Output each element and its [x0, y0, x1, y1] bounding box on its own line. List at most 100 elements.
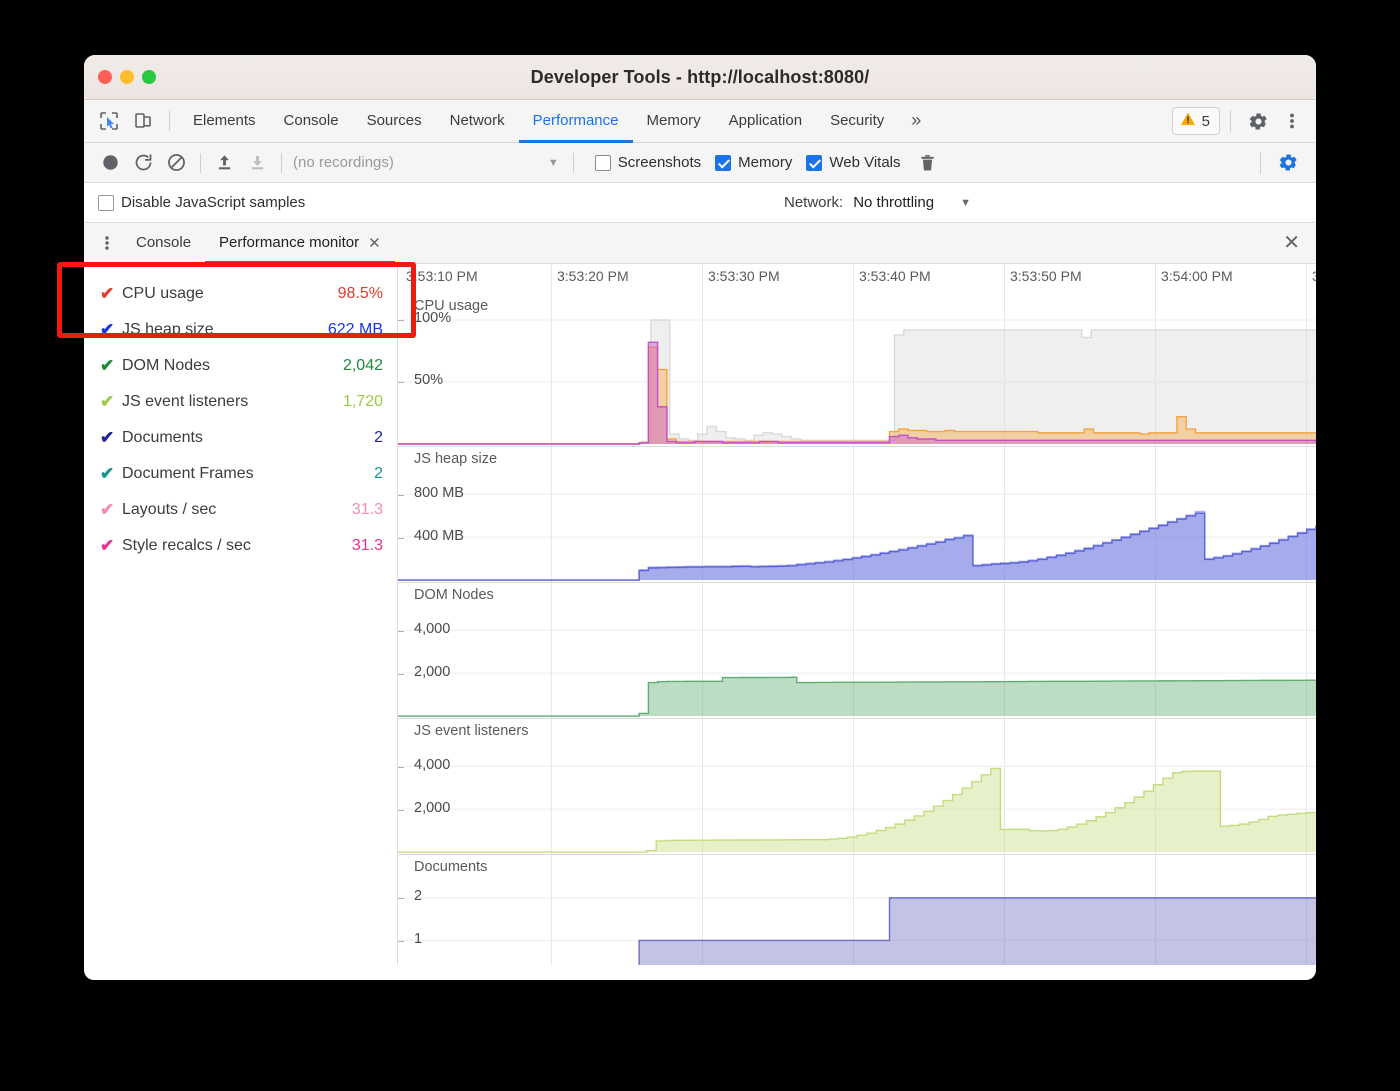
chart-plot-area [398, 493, 1316, 581]
checkbox-box [715, 154, 732, 171]
metric-value: 31.3 [351, 501, 383, 518]
chart-panel-title: JS event listeners [414, 723, 529, 739]
check-icon[interactable]: ✔ [100, 392, 122, 412]
tab-security-label: Security [830, 112, 885, 129]
chart-panel-title: DOM Nodes [414, 587, 494, 603]
chart-panel-title: Documents [414, 859, 488, 875]
drawer-tab-performance-monitor[interactable]: Performance monitor ✕ [205, 224, 395, 264]
screenshots-checkbox[interactable]: Screenshots [594, 154, 701, 171]
gear-icon-blue[interactable] [1271, 152, 1306, 173]
chart-y-tick-label: 100% [414, 310, 452, 326]
network-throttling-value[interactable]: No throttling [853, 194, 934, 211]
maximize-window-button[interactable] [142, 70, 156, 84]
metric-value: 31.3 [351, 537, 383, 554]
tab-sources[interactable]: Sources [353, 101, 436, 143]
metric-label: JS event listeners [122, 393, 249, 410]
check-icon[interactable]: ✔ [100, 320, 122, 340]
download-arrow-icon[interactable] [241, 148, 274, 178]
tab-memory[interactable]: Memory [633, 101, 715, 143]
chart-y-tick-label: 2,000 [414, 799, 451, 816]
metric-row-dom-nodes[interactable]: ✔ DOM Nodes 2,042 [84, 348, 397, 384]
warning-triangle-icon [1180, 111, 1196, 131]
check-icon[interactable]: ✔ [100, 500, 122, 520]
more-vertical-icon[interactable] [92, 223, 122, 263]
trash-icon[interactable] [911, 148, 944, 178]
memory-checkbox[interactable]: Memory [715, 154, 792, 171]
chart-series-area [398, 677, 1316, 717]
chart-y-tick-mark [398, 537, 404, 539]
time-tick-label: 3:53:10 PM [406, 268, 478, 284]
network-label: Network: [784, 194, 844, 211]
close-drawer-icon[interactable]: ✕ [1283, 233, 1300, 253]
metric-value: 98.5% [337, 285, 383, 302]
tab-console[interactable]: Console [270, 101, 353, 143]
inspect-cursor-icon[interactable] [92, 100, 126, 142]
chart-panel-dom-nodes[interactable]: DOM Nodes 4,000 2,000 [398, 582, 1316, 718]
check-icon[interactable]: ✔ [100, 464, 122, 484]
tab-security[interactable]: Security [816, 101, 898, 143]
chart-y-tick-mark [398, 673, 404, 675]
chart-y-tick-label: 4,000 [414, 620, 451, 637]
drawer-tab-performance-monitor-label: Performance monitor [219, 234, 360, 251]
tab-network[interactable]: Network [436, 101, 519, 143]
metric-row-style-recalcs-per-sec[interactable]: ✔ Style recalcs / sec 31.3 [84, 528, 397, 564]
chart-y-tick-mark [398, 630, 404, 632]
record-circle-icon[interactable] [94, 148, 127, 178]
tab-application-label: Application [728, 112, 803, 129]
reload-icon[interactable] [127, 148, 160, 178]
tab-application[interactable]: Application [715, 101, 816, 143]
time-tick-label: 3:53:40 PM [859, 268, 931, 284]
chart-panel-cpu-usage[interactable]: CPU usage 100% 50% [398, 294, 1316, 446]
time-tick-label: 3:53:50 PM [1010, 268, 1082, 284]
check-icon[interactable]: ✔ [100, 428, 122, 448]
chevron-down-icon[interactable]: ▼ [960, 197, 971, 209]
chart-plot-area [398, 897, 1316, 965]
warning-count-badge[interactable]: 5 [1171, 107, 1220, 135]
chart-plot-area [398, 765, 1316, 853]
chart-panel-js-event-listeners[interactable]: JS event listeners 4,000 2,000 [398, 718, 1316, 854]
clear-prohibited-icon[interactable] [160, 148, 193, 178]
device-toggle-icon[interactable] [126, 100, 160, 142]
more-vertical-icon[interactable] [1276, 111, 1308, 131]
more-tabs-chevron-icon[interactable]: » [898, 101, 934, 143]
metric-row-js-heap-size[interactable]: ✔ JS heap size 622 MB [84, 312, 397, 348]
tab-elements[interactable]: Elements [179, 101, 270, 143]
performance-charts[interactable]: 3:53:10 PM 3:53:20 PM 3:53:30 PM 3:53:40 PM… [397, 264, 1316, 965]
metric-value: 1,720 [342, 393, 383, 410]
check-icon[interactable]: ✔ [100, 356, 122, 376]
gear-icon[interactable] [1241, 111, 1276, 132]
close-window-button[interactable] [98, 70, 112, 84]
recordings-dropdown[interactable]: (no recordings) ▼ [293, 154, 559, 171]
metric-row-js-event-listeners[interactable]: ✔ JS event listeners 1,720 [84, 384, 397, 420]
recording-toolbar-right [1250, 151, 1306, 174]
tab-performance-label: Performance [532, 112, 619, 129]
drawer-right-group: ✕ [1283, 223, 1316, 263]
upload-arrow-icon[interactable] [208, 148, 241, 178]
check-icon[interactable]: ✔ [100, 284, 122, 304]
chart-panel-documents[interactable]: Documents 2 1 [398, 854, 1316, 965]
metric-row-layouts-per-sec[interactable]: ✔ Layouts / sec 31.3 [84, 492, 397, 528]
close-tab-icon[interactable]: ✕ [368, 234, 381, 252]
chart-y-tick-label: 1 [414, 931, 423, 948]
more-tabs-label: » [911, 110, 922, 130]
metric-row-document-frames[interactable]: ✔ Document Frames 2 [84, 456, 397, 492]
chart-series-area [398, 768, 1316, 853]
tab-performance[interactable]: Performance [518, 101, 633, 143]
chart-panel-title: JS heap size [414, 451, 498, 467]
metric-row-documents[interactable]: ✔ Documents 2 [84, 420, 397, 456]
screenshot-root: Developer Tools - http://localhost:8080/… [0, 0, 1400, 1091]
disable-js-samples-checkbox[interactable]: Disable JavaScript samples [98, 194, 305, 211]
minimize-window-button[interactable] [120, 70, 134, 84]
web-vitals-checkbox[interactable]: Web Vitals [806, 154, 901, 171]
window-title: Developer Tools - http://localhost:8080/ [530, 66, 870, 87]
drawer-tabbar: Console Performance monitor ✕ ✕ [84, 223, 1316, 264]
chart-panel-js-heap-size[interactable]: JS heap size 800 MB 400 MB [398, 446, 1316, 582]
metric-row-cpu-usage[interactable]: ✔ CPU usage 98.5% [84, 276, 397, 312]
chart-y-tick-mark [398, 494, 404, 496]
drawer-tab-console[interactable]: Console [122, 224, 205, 264]
capture-settings-row: Disable JavaScript samples Network: No t… [84, 183, 1316, 223]
chart-y-tick-label: 2,000 [414, 663, 451, 680]
check-icon[interactable]: ✔ [100, 536, 122, 556]
time-tick-label: 3:53:20 PM [557, 268, 629, 284]
warning-count-label: 5 [1201, 112, 1210, 130]
